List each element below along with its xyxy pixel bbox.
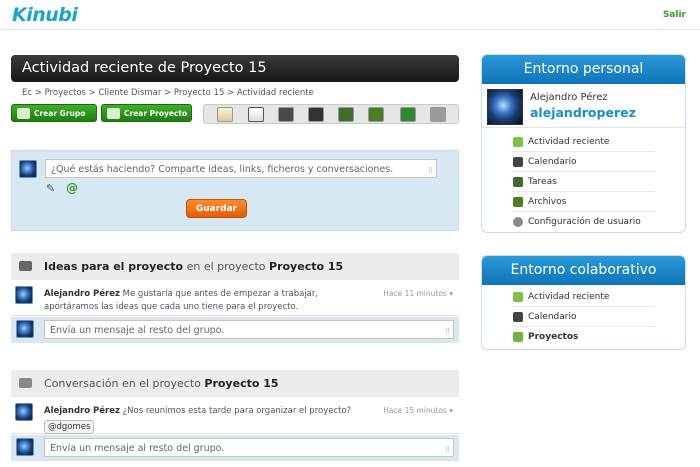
logout-link[interactable]: Salir [663,10,686,20]
resize-grip-icon[interactable]: ⠿ [445,446,450,454]
collab-panel: Entorno colaborativo Actividad reciente … [481,255,686,350]
reply-placeholder: Envía un mensaje al resto del grupo. [50,443,225,454]
status-input[interactable]: ¿Qué estás haciendo? Comparte ideas, lin… [45,159,437,178]
group-title[interactable]: Ideas para el proyecto [44,260,183,273]
resize-grip-icon[interactable]: ⠿ [428,167,433,175]
breadcrumb-item[interactable]: Proyecto 15 [174,88,224,98]
reply-box: Envía un mensaje al resto del grupo. ⠿ [11,435,459,461]
group-project[interactable]: Proyecto 15 [204,377,278,390]
breadcrumb-sep: > [164,88,172,98]
collab-panel-title: Entorno colaborativo [482,256,685,285]
profile-card: Alejandro Pérez alejandroperez [482,84,685,128]
personal-item-calendar[interactable]: Calendario [512,152,655,172]
chat-icon [19,261,32,271]
user-avatar [16,438,34,456]
save-button[interactable]: Guardar [186,199,247,218]
profile-avatar[interactable] [487,89,523,125]
attach-icon[interactable]: ✎ [46,182,55,195]
rss-icon [513,137,523,147]
breadcrumb-sep: > [34,88,42,98]
tasks-icon[interactable] [338,107,354,122]
folder-icon [513,197,523,207]
breadcrumb-sep: > [88,88,96,98]
mention-button[interactable]: @ [66,181,78,195]
breadcrumb-current: Actividad reciente [236,88,314,98]
file-icon[interactable] [308,107,324,122]
create-project-label: Crear Proyecto [124,109,188,118]
breadcrumb-item[interactable]: Proyectos [45,88,86,98]
personal-panel: Entorno personal Alejandro Pérez alejand… [481,54,686,233]
reply-input[interactable]: Envía un mensaje al resto del grupo. ⠿ [44,438,454,457]
chat-icon [19,378,32,388]
calendar-icon [513,157,523,167]
collab-item-calendar[interactable]: Calendario [512,307,655,327]
group-context: en el proyecto [121,377,201,390]
list-item: Alejandro Pérez Me gustaría que antes de… [11,283,459,316]
module-toolbar [203,104,459,124]
create-group-label: Crear Grupo [34,109,86,118]
group-header[interactable]: Conversación en el proyecto Proyecto 15 [11,370,459,397]
profile-name: Alejandro Pérez [530,92,608,103]
rss-icon [513,292,523,302]
message-body: ¿Nos reunimos esta tarde para organizar … [122,406,352,416]
resize-grip-icon[interactable]: ⠿ [445,328,450,336]
reply-placeholder: Envía un mensaje al resto del grupo. [50,325,225,336]
top-bar: Kinubi Salir [0,0,700,30]
reply-input[interactable]: Envía un mensaje al resto del grupo. ⠿ [44,320,454,339]
personal-item-tasks[interactable]: Tareas [512,172,655,192]
tasks-icon [513,177,523,187]
personal-panel-title: Entorno personal [482,55,685,84]
author-avatar[interactable] [15,286,33,304]
message-time: Hace 11 minutos ▾ [383,289,453,298]
status-placeholder: ¿Qué estás haciendo? Comparte ideas, lin… [51,164,394,175]
settings-icon [513,217,523,227]
message-text: Alejandro Pérez ¿Nos reunimos esta tarde… [44,405,364,434]
message-text: Alejandro Pérez Me gustaría que antes de… [44,288,364,313]
project-icon [107,108,120,119]
personal-item-files[interactable]: Archivos [512,192,655,212]
create-group-button[interactable]: Crear Grupo [11,104,97,122]
group-title[interactable]: Conversación [44,377,118,390]
create-project-button[interactable]: Crear Proyecto [101,104,192,122]
calendar-icon[interactable] [248,107,264,122]
breadcrumb-item[interactable]: Ec [22,88,32,98]
breadcrumb-sep: > [227,88,235,98]
message-author[interactable]: Alejandro Pérez [44,289,120,299]
personal-item-activity[interactable]: Actividad reciente [512,132,655,152]
group-project[interactable]: Proyecto 15 [269,260,343,273]
message-author[interactable]: Alejandro Pérez [44,406,120,416]
notes-icon[interactable] [217,107,233,122]
mention-tag[interactable]: @dgomes [44,419,95,434]
profile-username[interactable]: alejandroperez [530,105,636,120]
group-icon [17,108,30,119]
personal-menu: Actividad reciente Calendario Tareas Arc… [482,128,685,232]
composer: ¿Qué estás haciendo? Comparte ideas, lin… [11,150,459,231]
group-header[interactable]: Ideas para el proyecto en el proyecto Pr… [11,253,459,280]
user-avatar [19,160,37,178]
collab-menu: Actividad reciente Calendario Proyectos [482,285,685,349]
author-avatar[interactable] [15,403,33,421]
chat-icon[interactable] [278,107,294,122]
page-title: Actividad reciente de Proyecto 15 [11,55,459,82]
breadcrumb-item[interactable]: Cliente Dismar [99,88,162,98]
reply-box: Envía un mensaje al resto del grupo. ⠿ [11,317,459,343]
calendar-icon [513,312,523,322]
user-avatar [16,320,34,338]
message-time: Hace 15 minutos ▾ [383,406,453,415]
kinubi-logo[interactable]: Kinubi [12,4,78,26]
project-icon [513,332,523,342]
folder-icon[interactable] [368,107,384,122]
group-context: en el proyecto [186,260,266,273]
settings-icon[interactable] [430,107,446,122]
personal-item-settings[interactable]: Configuración de usuario [512,212,655,232]
list-item: Alejandro Pérez ¿Nos reunimos esta tarde… [11,400,459,434]
collab-item-projects[interactable]: Proyectos [512,327,655,347]
collab-item-activity[interactable]: Actividad reciente [512,287,655,307]
users-icon[interactable] [400,107,416,122]
breadcrumb: Ec > Proyectos > Cliente Dismar > Proyec… [22,88,314,98]
